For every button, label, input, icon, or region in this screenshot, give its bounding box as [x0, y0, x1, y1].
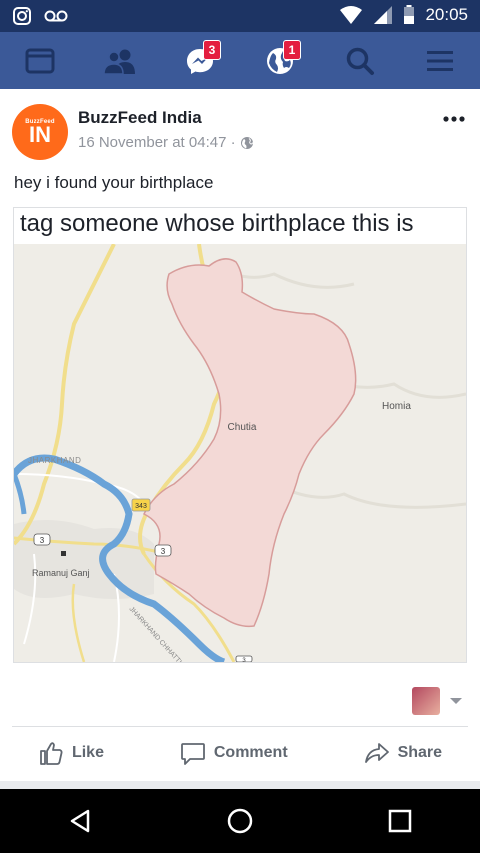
page-name[interactable]: BuzzFeed India [78, 108, 202, 128]
share-button[interactable]: Share [364, 740, 442, 766]
signal-icon [374, 6, 393, 24]
top-nav-bar: 3 1 [0, 32, 480, 89]
newsfeed-icon [25, 48, 55, 73]
post-meta: 16 November at 04:47 · [78, 134, 254, 151]
nav-search[interactable] [335, 36, 385, 86]
road-shield-3a: 3 [40, 536, 45, 545]
feed-separator [0, 781, 480, 789]
status-time: 20:05 [425, 5, 468, 24]
post-actions: Like Comment Share [0, 727, 480, 779]
chevron-down-icon[interactable] [448, 693, 464, 709]
comment-icon [180, 743, 205, 765]
system-nav-bar [0, 789, 480, 853]
search-icon [346, 47, 374, 75]
like-button[interactable]: Like [38, 740, 104, 766]
avatar-big-text: IN [29, 122, 51, 147]
nav-news-feed[interactable] [15, 36, 65, 86]
post-card: BuzzFeed IN BuzzFeed India 16 November a… [0, 89, 480, 781]
map-label-homia: Homia [382, 401, 411, 412]
voicemail-icon [44, 10, 68, 22]
notifications-badge: 1 [283, 39, 301, 60]
back-icon[interactable] [66, 807, 94, 835]
nav-messenger[interactable]: 3 [175, 36, 225, 86]
road-shield-343: 343 [135, 503, 147, 510]
instagram-icon [13, 7, 31, 25]
map-label-ramanuj-ganj: Ramanuj Ganj [32, 568, 90, 578]
thumbs-up-icon [40, 742, 63, 765]
more-dots-icon [443, 116, 465, 122]
friends-icon [103, 49, 135, 74]
share-arrow-icon [364, 743, 389, 763]
post-text: hey i found your birthplace [14, 173, 214, 192]
post-timestamp[interactable]: 16 November at 04:47 · [78, 134, 236, 151]
post-options-button[interactable] [442, 111, 466, 123]
messenger-badge: 3 [203, 39, 221, 60]
map-label-chutia: Chutia [228, 422, 257, 433]
status-bar: 20:05 [0, 0, 480, 32]
post-image[interactable]: tag someone whose birthplace this is 343… [13, 207, 467, 663]
comment-label: Comment [213, 744, 288, 761]
nav-friends[interactable] [95, 36, 145, 86]
meme-caption: tag someone whose birthplace this is [14, 208, 466, 244]
wifi-icon [340, 6, 363, 24]
home-icon[interactable] [226, 807, 254, 835]
page-avatar[interactable]: BuzzFeed IN [12, 104, 68, 160]
map-image: 343 3 3 3 Chutia Homia JHARKHAND Ramanuj… [14, 244, 466, 662]
recents-icon[interactable] [386, 807, 414, 835]
share-label: Share [397, 744, 443, 761]
reactor-avatar[interactable] [412, 687, 440, 715]
comment-button[interactable]: Comment [180, 740, 288, 766]
battery-icon [404, 5, 415, 24]
nav-notifications[interactable]: 1 [255, 36, 305, 86]
privacy-globe-icon [240, 136, 253, 149]
map-label-jharkhand: JHARKHAND [28, 456, 81, 465]
like-label: Like [71, 744, 104, 761]
hamburger-icon [427, 50, 453, 71]
nav-menu[interactable] [415, 36, 465, 86]
road-shield-3b: 3 [161, 547, 166, 556]
